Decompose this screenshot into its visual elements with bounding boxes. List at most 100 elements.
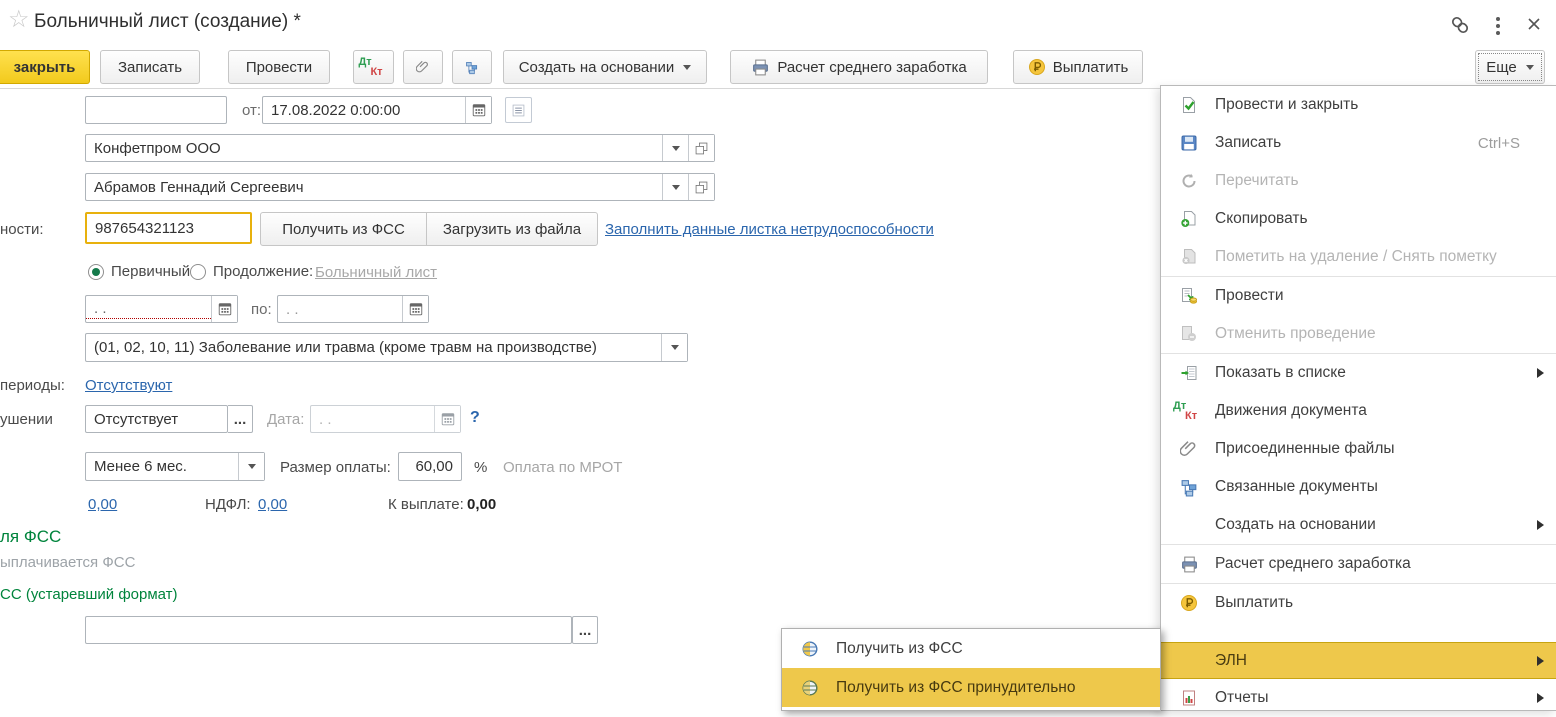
menu-item-linked-documents[interactable]: Связанные документы	[1161, 468, 1556, 506]
menu-item-label: Перечитать	[1215, 172, 1299, 189]
pay-label: Выплатить	[1052, 58, 1129, 76]
shortcut-label: Ctrl+S	[1477, 134, 1520, 152]
fss-paid-label: ыплачивается ФСС	[0, 554, 136, 571]
more-button[interactable]: Еще	[1475, 50, 1545, 84]
radio-selected-icon[interactable]	[88, 263, 104, 280]
radio-primary-label: Первичный	[111, 263, 191, 280]
employee-field[interactable]: Абрамов Геннадий Сергеевич	[85, 173, 715, 201]
submenu-item-get-from-fss-forced[interactable]: Получить из ФСС принудительно	[782, 668, 1160, 707]
help-icon[interactable]: ?	[470, 409, 480, 427]
menu-item-copy[interactable]: Скопировать	[1161, 200, 1556, 238]
document-notes-button[interactable]	[505, 97, 532, 123]
save-button[interactable]: Записать	[100, 50, 200, 84]
document-number-input[interactable]	[85, 96, 227, 124]
menu-item-reread[interactable]: Перечитать	[1161, 162, 1556, 200]
ndfl-amount-link[interactable]: 0,00	[258, 496, 287, 513]
save-label: Записать	[117, 58, 183, 76]
period-start-date-field[interactable]: . .	[85, 295, 238, 323]
menu-item-post[interactable]: Провести	[1161, 277, 1556, 315]
menu-item-post-and-close[interactable]: Провести и закрыть	[1161, 86, 1556, 124]
eln-submenu: Получить из ФСС Получить из ФСС принудит…	[781, 628, 1161, 711]
favorite-star-icon[interactable]: ☆	[8, 8, 30, 32]
radio-primary[interactable]: Первичный	[88, 263, 190, 280]
get-link-icon[interactable]	[1448, 13, 1472, 37]
post-label: Провести	[245, 58, 313, 76]
linked-documents-button[interactable]	[452, 50, 492, 84]
document-movements-button[interactable]: Дт Кт	[353, 50, 394, 84]
calendar-icon[interactable]	[465, 97, 491, 123]
dropdown-arrow-icon[interactable]	[662, 135, 688, 161]
period-start-date-value[interactable]: . .	[86, 300, 211, 319]
period-end-date-value[interactable]: . .	[278, 301, 402, 318]
load-from-file-button[interactable]: Загрузить из файла	[426, 212, 598, 246]
dropdown-arrow-icon[interactable]	[661, 334, 687, 361]
disability-cause-field[interactable]: (01, 02, 10, 11) Заболевание или травма …	[85, 333, 688, 362]
violation-label: ушении	[0, 411, 53, 428]
disability-cause-value[interactable]: (01, 02, 10, 11) Заболевание или травма …	[86, 339, 661, 356]
menu-item-document-movements[interactable]: Дт Кт Движения документа	[1161, 392, 1556, 430]
menu-item-save[interactable]: Записать Ctrl+S	[1161, 124, 1556, 162]
menu-item-attached-files[interactable]: Присоединенные файлы	[1161, 430, 1556, 468]
calendar-icon[interactable]	[434, 406, 460, 432]
submenu-arrow-icon	[1537, 520, 1544, 530]
calendar-icon[interactable]	[402, 296, 428, 322]
get-from-fss-button[interactable]: Получить из ФСС	[260, 212, 427, 246]
menu-item-unpost[interactable]: Отменить проведение	[1161, 315, 1556, 353]
menu-item-eln[interactable]: ЭЛН	[1161, 642, 1556, 679]
more-options-kebab-icon[interactable]	[1492, 13, 1504, 39]
post-and-close-button[interactable]: закрыть	[0, 50, 90, 84]
menu-item-label: Создать на основании	[1215, 516, 1376, 533]
calendar-icon[interactable]	[211, 296, 237, 322]
document-date-field[interactable]: 17.08.2022 0:00:00	[262, 96, 492, 124]
violation-field[interactable]: Отсутствует	[85, 405, 228, 433]
violation-date-label: Дата:	[267, 411, 305, 428]
periods-absent-link[interactable]: Отсутствуют	[85, 377, 172, 394]
post-button[interactable]: Провести	[228, 50, 330, 84]
submenu-item-get-from-fss[interactable]: Получить из ФСС	[782, 629, 1160, 668]
menu-item-label: Движения документа	[1215, 402, 1367, 419]
violation-ellipsis-button[interactable]: ...	[228, 405, 253, 433]
sick-leave-number-input[interactable]	[85, 212, 252, 244]
avg-earnings-button[interactable]: Расчет среднего заработка	[730, 50, 988, 84]
fss-registry-ellipsis-button[interactable]: ...	[572, 616, 598, 644]
menu-item-create-based-on[interactable]: Создать на основании	[1161, 506, 1556, 544]
ruble-coin-icon	[1028, 59, 1045, 75]
open-form-icon[interactable]	[688, 174, 714, 200]
close-icon[interactable]	[1524, 14, 1544, 34]
fill-sick-leave-data-link[interactable]: Заполнить данные листка нетрудоспособнос…	[605, 221, 934, 238]
employee-value[interactable]: Абрамов Геннадий Сергеевич	[86, 179, 662, 196]
experience-field[interactable]: Менее 6 мес.	[85, 452, 265, 481]
fss-section-header[interactable]: ля ФСС	[0, 527, 61, 547]
save-icon	[1179, 133, 1199, 153]
pay-button[interactable]: Выплатить	[1013, 50, 1143, 84]
create-based-on-button[interactable]: Создать на основании	[503, 50, 707, 84]
dropdown-arrow-icon[interactable]	[662, 174, 688, 200]
attached-files-button[interactable]	[403, 50, 443, 84]
organization-value[interactable]: Конфетпром ООО	[86, 140, 662, 157]
radio-continuation[interactable]: Продолжение:	[190, 263, 313, 280]
violation-value[interactable]: Отсутствует	[86, 411, 227, 428]
menu-item-mark-deletion[interactable]: Пометить на удаление / Снять пометку	[1161, 238, 1556, 276]
submenu-arrow-icon	[1537, 368, 1544, 378]
organization-field[interactable]: Конфетпром ООО	[85, 134, 715, 162]
experience-value[interactable]: Менее 6 мес.	[86, 458, 238, 475]
open-form-icon[interactable]	[688, 135, 714, 161]
document-date-value[interactable]: 17.08.2022 0:00:00	[263, 102, 465, 119]
continuation-document-link[interactable]: Больничный лист	[315, 264, 437, 281]
menu-item-label: ЭЛН	[1215, 651, 1247, 669]
fss-registry-input[interactable]	[85, 616, 572, 644]
menu-item-pay[interactable]: Выплатить	[1161, 584, 1556, 622]
load-from-file-label: Загрузить из файла	[442, 220, 582, 238]
fss-registry-header[interactable]: СС (устаревший формат)	[0, 586, 178, 603]
violation-date-value[interactable]: . .	[311, 411, 434, 428]
pay-size-input[interactable]	[398, 452, 462, 481]
accrued-amount-link[interactable]: 0,00	[88, 496, 117, 513]
menu-item-show-in-list[interactable]: Показать в списке	[1161, 354, 1556, 392]
menu-item-avg-earnings[interactable]: Расчет среднего заработка	[1161, 545, 1556, 583]
period-end-date-field[interactable]: . .	[277, 295, 429, 323]
menu-item-reports[interactable]: Отчеты	[1161, 679, 1556, 717]
violation-date-field[interactable]: . .	[310, 405, 461, 433]
dropdown-arrow-icon[interactable]	[238, 453, 264, 480]
radio-unselected-icon[interactable]	[190, 263, 206, 280]
copy-icon	[1179, 209, 1199, 229]
